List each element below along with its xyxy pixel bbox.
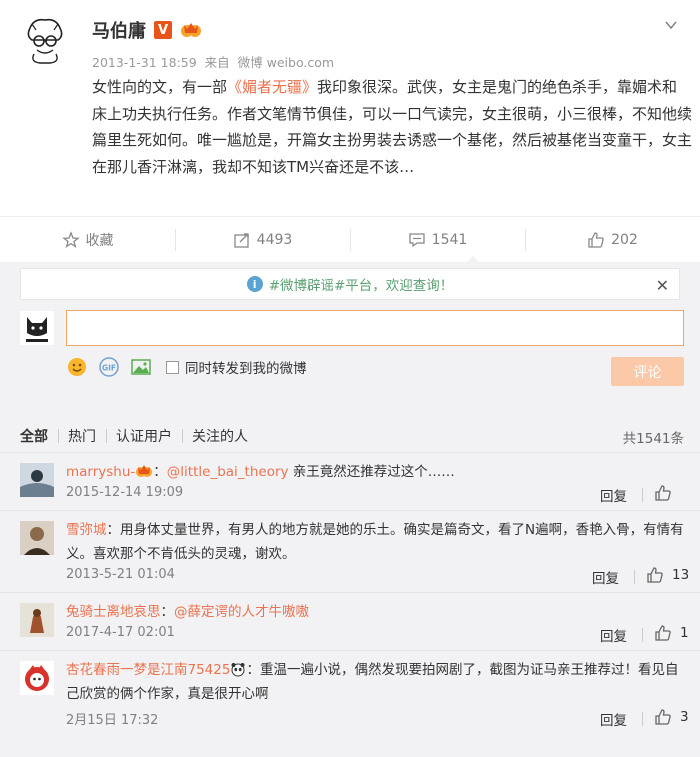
comment-mention[interactable]: @薛定谔的人才牛嗷嗷 [174, 604, 309, 620]
comment-time: 2017-4-17 02:01 [66, 625, 175, 640]
comment-body: 杏花春雨一梦是江南75425 ：重温一遍小说，偶然发现要拍网剧了，截图为证马亲王推… [66, 658, 686, 706]
comment-like-button[interactable]: 3 [654, 708, 689, 726]
comment-colon: ： [153, 464, 167, 480]
comment-like-count: 13 [672, 567, 690, 583]
filter-tab-verified[interactable]: 认证用户 [106, 426, 182, 446]
repost-checkbox[interactable] [166, 360, 179, 374]
like-count: 202 [611, 231, 638, 248]
comment-like-count: 1 [680, 625, 689, 641]
commenter-avatar[interactable] [20, 603, 54, 637]
comment-item: marryshu- ：@little_bai_theory 亲王竟然还推荐过这个…… [0, 452, 700, 510]
emoji-icon[interactable] [66, 356, 88, 378]
chevron-down-icon[interactable] [664, 18, 678, 32]
rumor-notice-text[interactable]: #微博辟谣#平台，欢迎查询！ [269, 274, 454, 294]
commenter-name[interactable]: 杏花春雨一梦是江南75425 [66, 662, 230, 678]
gif-icon[interactable]: GIF [98, 356, 120, 378]
post-action-bar: 收藏 4493 1541 202 [0, 216, 700, 263]
filter-tab-hot[interactable]: 热门 [58, 426, 106, 446]
info-icon: i [246, 276, 263, 292]
rumor-notice-bar: i #微博辟谣#平台，欢迎查询！ ✕ [20, 268, 680, 300]
post-meta: 2013-1-31 18:59 来自 微博 weibo.com [92, 52, 338, 71]
comment-count: 1541 [431, 231, 468, 248]
repost-checkbox-label: 同时转发到我的微博 [185, 361, 307, 377]
filter-tab-all[interactable]: 全部 [0, 426, 58, 446]
divider [634, 570, 635, 584]
submit-comment-button[interactable]: 评论 [611, 357, 684, 386]
comment-item: 兔骑士离地哀思：@薛定谔的人才牛嗷嗷 2017-4-17 02:01 回复 1 [0, 592, 700, 650]
favorite-button[interactable]: 收藏 [0, 217, 175, 262]
comment-time: 2015-12-14 19:09 [66, 485, 184, 500]
reply-button[interactable]: 回复 [600, 709, 627, 729]
vip-badge-icon [136, 465, 153, 477]
reply-button[interactable]: 回复 [600, 485, 627, 505]
reply-button[interactable]: 回复 [600, 625, 627, 645]
repost-checkbox-row[interactable]: 同时转发到我的微博 [166, 357, 307, 377]
post-date[interactable]: 2013-1-31 18:59 [92, 55, 197, 70]
thumbs-up-icon [647, 567, 663, 583]
svg-text:GIF: GIF [102, 364, 116, 373]
comment-like-count: 3 [680, 709, 689, 725]
comment-button[interactable]: 1541 [350, 217, 525, 263]
comment-body: marryshu- ：@little_bai_theory 亲王竟然还推荐过这个…… [66, 460, 686, 484]
comment-like-button[interactable]: 13 [646, 566, 689, 584]
commenter-name[interactable]: 兔骑士离地哀思 [66, 604, 161, 620]
comment-text: 亲王竟然还推荐过这个…… [288, 464, 455, 480]
comment-time: 2013-5-21 01:04 [66, 567, 175, 582]
commenter-name[interactable]: 雪弥城 [66, 522, 107, 538]
comment-mention[interactable]: @little_bai_theory [167, 464, 289, 480]
star-icon [61, 230, 80, 248]
comment-like-button[interactable] [654, 484, 680, 502]
comment-time: 2月15日 17:32 [66, 713, 159, 728]
repost-icon [234, 232, 249, 248]
comment-tools: GIF 同时转发到我的微博 [66, 356, 307, 378]
comment-icon [409, 232, 425, 247]
author-line: 马伯庸 V [92, 17, 202, 43]
author-avatar[interactable] [20, 14, 70, 64]
commenter-name[interactable]: marryshu- [66, 464, 135, 480]
comment-colon: ： [160, 604, 175, 620]
comment-item: 杏花春雨一梦是江南75425 ：重温一遍小说，偶然发现要拍网剧了，截图为证马亲王推… [0, 650, 700, 734]
verified-badge: V [154, 21, 172, 39]
comment-like-button[interactable]: 1 [654, 624, 689, 642]
vip-badge-icon [181, 23, 201, 37]
favorite-label: 收藏 [85, 232, 114, 249]
post-text-before: 女性向的文，有一部 [92, 78, 228, 96]
close-icon[interactable]: ✕ [656, 276, 669, 295]
book-title-link[interactable]: 《媚者无疆》 [227, 78, 317, 96]
thumbs-up-icon [655, 709, 671, 725]
like-button[interactable]: 202 [525, 217, 700, 262]
commenter-avatar[interactable] [20, 661, 54, 695]
weibo-post: 马伯庸 V 2013-1-31 18:59 来自 微博 weibo.com 女性… [0, 0, 700, 216]
comment-item: 雪弥城：用身体丈量世界，有男人的地方就是她的乐土。确实是篇奇文，看了N遍啊，香艳… [0, 510, 700, 592]
divider [642, 712, 643, 726]
divider [642, 628, 643, 642]
comment-section: i #微博辟谣#平台，欢迎查询！ ✕ GIF 同时转发到我的微博 评论 全部 热… [0, 262, 700, 757]
current-user-avatar [20, 311, 54, 345]
thumbs-up-icon [588, 231, 604, 248]
source-prefix: 来自 [204, 55, 230, 70]
comment-text: ：用身体丈量世界，有男人的地方就是她的乐土。确实是篇奇文，看了N遍啊，香艳入骨，… [66, 522, 684, 562]
comment-list: marryshu- ：@little_bai_theory 亲王竟然还推荐过这个…… [0, 452, 700, 734]
panda-icon [231, 663, 245, 677]
comment-filter-bar: 全部 热门 认证用户 关注的人 共1541条 [0, 422, 700, 450]
thumbs-up-icon [655, 625, 671, 641]
divider [642, 488, 643, 502]
comment-body: 兔骑士离地哀思：@薛定谔的人才牛嗷嗷 [66, 600, 686, 624]
filter-tab-following[interactable]: 关注的人 [182, 426, 258, 446]
repost-button[interactable]: 4493 [175, 217, 350, 262]
commenter-avatar[interactable] [20, 521, 54, 555]
comment-total: 共1541条 [622, 431, 684, 447]
author-name[interactable]: 马伯庸 [92, 17, 146, 43]
reply-button[interactable]: 回复 [592, 567, 619, 587]
comment-input[interactable] [66, 310, 684, 346]
commenter-avatar[interactable] [20, 463, 54, 497]
image-icon[interactable] [130, 356, 152, 378]
repost-count: 4493 [256, 231, 293, 248]
comment-body: 雪弥城：用身体丈量世界，有男人的地方就是她的乐土。确实是篇奇文，看了N遍啊，香艳… [66, 518, 686, 566]
thumbs-up-icon [655, 485, 671, 501]
post-source[interactable]: 微博 weibo.com [238, 55, 334, 70]
post-text: 女性向的文，有一部《媚者无疆》我印象很深。武侠，女主是鬼门的绝色杀手，靠媚术和床… [92, 74, 692, 180]
